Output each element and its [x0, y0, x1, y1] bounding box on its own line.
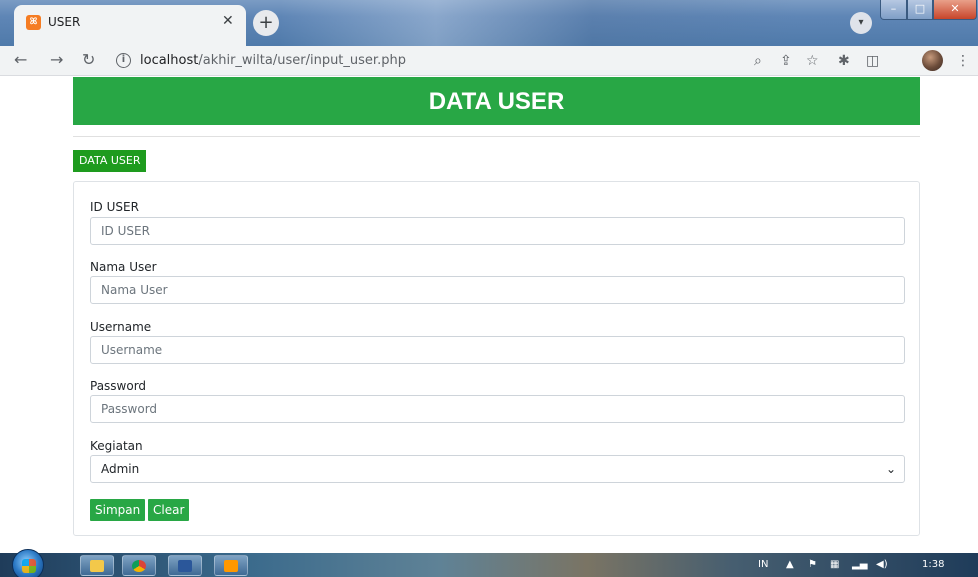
taskbar-sublime[interactable]	[214, 555, 248, 576]
taskbar-chrome[interactable]	[122, 555, 156, 576]
browser-titlebar: ꕤ USER ✕ + ▾ – □ ✕	[0, 0, 978, 46]
extensions-icon[interactable]: ✱	[838, 52, 850, 70]
sublime-icon	[224, 560, 238, 572]
clear-button[interactable]: Clear	[148, 499, 190, 521]
chrome-icon	[132, 560, 146, 572]
simpan-button[interactable]: Simpan	[90, 499, 146, 521]
username-input[interactable]: Username	[90, 336, 905, 364]
action-center-flag-icon[interactable]: ⚑	[808, 557, 817, 573]
url-text[interactable]: localhost/akhir_wilta/user/input_user.ph…	[140, 53, 406, 68]
taskbar-explorer[interactable]	[80, 555, 114, 576]
windows-logo-icon	[22, 559, 36, 573]
back-arrow-icon[interactable]: ←	[14, 50, 27, 70]
reload-icon[interactable]: ↻	[82, 50, 95, 70]
id-user-input[interactable]: ID USER	[90, 217, 905, 245]
menu-kebab-icon[interactable]: ⋮	[956, 52, 970, 70]
language-indicator[interactable]: IN	[758, 557, 768, 573]
folder-icon	[90, 560, 104, 572]
browser-tab[interactable]: ꕤ USER ✕	[14, 5, 246, 46]
password-label: Password	[90, 379, 147, 393]
tab-title: USER	[48, 15, 81, 29]
forward-arrow-icon[interactable]: →	[50, 50, 63, 70]
zoom-icon[interactable]: ⌕	[754, 52, 762, 70]
url-path: /akhir_wilta/user/input_user.php	[198, 53, 406, 68]
site-info-icon[interactable]: i	[116, 53, 131, 68]
signal-bars-icon[interactable]: ▂▄	[852, 557, 867, 573]
profile-avatar[interactable]	[922, 50, 943, 71]
side-panel-icon[interactable]: ◫	[866, 52, 879, 70]
browser-toolbar: ← → ↻ i localhost/akhir_wilta/user/input…	[0, 46, 978, 76]
username-label: Username	[90, 320, 152, 334]
bookmark-star-icon[interactable]: ☆	[806, 52, 819, 70]
close-window-button[interactable]: ✕	[933, 0, 977, 20]
data-user-button[interactable]: DATA USER	[73, 150, 147, 172]
xampp-icon: ꕤ	[26, 15, 41, 30]
nama-user-label: Nama User	[90, 260, 157, 274]
minimize-button[interactable]: –	[880, 0, 907, 20]
taskbar-word[interactable]	[168, 555, 202, 576]
new-tab-button[interactable]: +	[253, 10, 279, 36]
maximize-button[interactable]: □	[907, 0, 933, 20]
page-header: DATA USER	[73, 77, 920, 125]
window-controls: – □ ✕	[880, 0, 977, 20]
close-tab-icon[interactable]: ✕	[222, 13, 234, 29]
start-button[interactable]	[12, 549, 44, 577]
windows-taskbar: IN ▲ ⚑ ▦ ▂▄ ◀) 1:38	[0, 549, 978, 577]
show-hidden-icons-icon[interactable]: ▲	[786, 557, 794, 573]
user-form-card: ID USER ID USER Nama User Nama User User…	[73, 181, 920, 536]
titlebar-background	[280, 0, 800, 46]
tab-search-button[interactable]: ▾	[850, 12, 872, 34]
kegiatan-label: Kegiatan	[90, 439, 143, 453]
nama-user-input[interactable]: Nama User	[90, 276, 905, 304]
page-title: DATA USER	[428, 88, 565, 115]
url-host: localhost	[140, 53, 199, 68]
page-content: DATA USER DATA USER ID USER ID USER Nama…	[0, 77, 978, 553]
volume-icon[interactable]: ◀)	[876, 557, 888, 573]
share-icon[interactable]: ⇪	[780, 52, 792, 70]
kegiatan-selected-value: Admin	[101, 462, 140, 476]
word-icon	[178, 560, 192, 572]
clock[interactable]: 1:38	[922, 557, 944, 573]
kegiatan-select[interactable]: Admin ⌄	[90, 455, 905, 483]
id-user-label: ID USER	[90, 200, 139, 214]
network-icon[interactable]: ▦	[830, 557, 839, 573]
address-bar[interactable]: i localhost/akhir_wilta/user/input_user.…	[108, 48, 828, 74]
password-input[interactable]: Password	[90, 395, 905, 423]
chevron-down-icon: ⌄	[885, 462, 896, 476]
divider	[73, 136, 920, 137]
